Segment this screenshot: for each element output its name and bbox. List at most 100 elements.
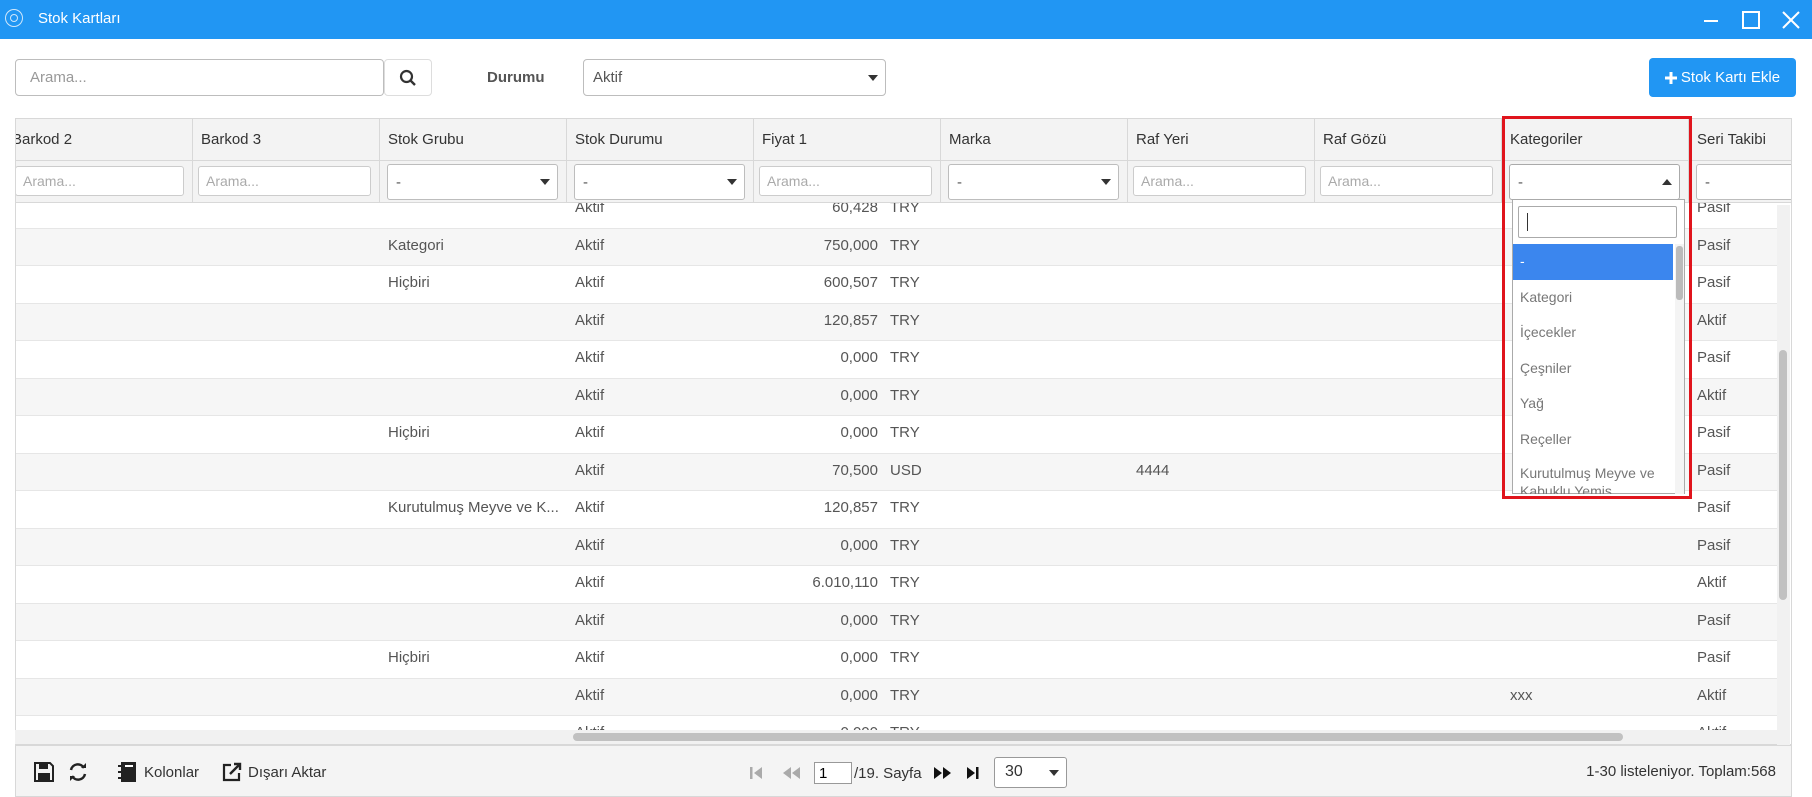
column-header-raf-yeri[interactable]: Raf Yeri xyxy=(1128,119,1315,161)
cell-raf-yeri xyxy=(1128,203,1315,228)
cell-fiyat: 0,000 xyxy=(840,536,878,554)
cell-stok-grubu: Kategori xyxy=(388,236,444,254)
column-header-stok-grubu[interactable]: Stok Grubu xyxy=(380,119,567,161)
filter-raf-yeri-input[interactable]: Arama... xyxy=(1133,166,1306,196)
column-header-marka[interactable]: Marka xyxy=(941,119,1128,161)
minimize-button[interactable] xyxy=(1698,7,1724,33)
columns-button[interactable]: Kolonlar xyxy=(118,760,199,784)
filter-stok-grubu-select[interactable]: - xyxy=(387,164,558,200)
cell-seri-takibi: Pasif xyxy=(1697,236,1731,254)
cell-fiyat: 70,500 xyxy=(832,461,878,479)
filter-barkod-3-input[interactable]: Arama... xyxy=(198,166,371,196)
filter-stok-durumu-select[interactable]: - xyxy=(574,164,745,200)
refresh-button[interactable] xyxy=(67,760,89,784)
cell-raf-yeri xyxy=(1128,304,1315,341)
cell-stok-durumu: Aktif xyxy=(575,461,605,479)
maximize-button[interactable] xyxy=(1738,7,1764,33)
filter-cell-barkod-2: Arama... xyxy=(16,161,193,203)
cell-stok-grubu: Hiçbiri xyxy=(388,274,430,291)
filter-seri-takibi-select[interactable]: - xyxy=(1696,164,1791,200)
refresh-icon xyxy=(69,763,87,781)
column-header-barkod-2[interactable]: Barkod 2 xyxy=(16,119,193,161)
cell-para-birimi: TRY xyxy=(890,203,920,216)
table-row[interactable]: Aktif 6.010,110 TRY Aktif xyxy=(16,566,1778,604)
filter-stok-grubu-value: - xyxy=(396,174,401,191)
column-header-stok-durumu[interactable]: Stok Durumu xyxy=(567,119,754,161)
cell-stok-durumu: Aktif xyxy=(567,716,754,731)
highlight-box xyxy=(1502,116,1692,499)
cell-kategoriler xyxy=(1502,529,1689,566)
record-summary: 1-30 listeleniyor. Toplam:568 xyxy=(1586,763,1776,780)
page-number-input[interactable] xyxy=(814,762,852,784)
plus-icon xyxy=(1664,71,1677,84)
prev-page-icon[interactable] xyxy=(780,764,802,782)
cell-raf-yeri xyxy=(1128,641,1315,678)
table-row[interactable]: Hiçbiri Aktif 0,000 TRY Pasif xyxy=(16,641,1778,679)
cell-kategoriler xyxy=(1502,641,1689,678)
window-title: Stok Kartları xyxy=(38,10,121,27)
cell-stok-durumu: Aktif xyxy=(575,386,605,404)
cell-stok-grubu xyxy=(380,679,567,716)
cell-para-birimi: TRY xyxy=(890,574,920,591)
cell-seri-takibi: Pasif xyxy=(1697,649,1731,666)
grid-footer: Kolonlar Dışarı Aktar /19. Sayfa 30 1-30… xyxy=(15,745,1792,797)
cell-para-birimi: USD xyxy=(890,461,922,479)
filter-marka-select[interactable]: - xyxy=(948,164,1119,200)
page-total-label: /19. Sayfa xyxy=(854,764,922,782)
horizontal-scroll-thumb[interactable] xyxy=(573,733,1623,741)
cell-para-birimi: TRY xyxy=(890,611,920,629)
column-header-fiyat-1[interactable]: Fiyat 1 xyxy=(754,119,941,161)
cell-raf-yeri xyxy=(1128,416,1315,453)
close-button[interactable] xyxy=(1778,7,1804,33)
pager: /19. Sayfa xyxy=(748,760,982,786)
search-icon xyxy=(399,69,416,86)
vertical-scroll-thumb[interactable] xyxy=(1779,350,1787,600)
cell-seri-takibi: Pasif xyxy=(1697,203,1731,216)
maximize-icon xyxy=(1742,11,1760,29)
cell-raf-yeri xyxy=(1128,491,1315,528)
table-row[interactable]: Aktif 0,000 TRY Pasif xyxy=(16,528,1778,566)
cell-para-birimi: TRY xyxy=(890,236,920,254)
table-row[interactable]: Aktif0,000TRYAktif xyxy=(16,716,1778,731)
add-stock-card-button[interactable]: Stok Kartı Ekle xyxy=(1649,58,1796,97)
next-page-icon[interactable] xyxy=(932,764,954,782)
columns-button-label: Kolonlar xyxy=(144,763,200,781)
status-select[interactable]: Aktif xyxy=(583,59,886,96)
cell-para-birimi: TRY xyxy=(890,536,920,554)
save-button[interactable] xyxy=(33,760,55,784)
cell-stok-durumu: Aktif xyxy=(575,649,605,666)
cell-stok-durumu: Aktif xyxy=(575,611,605,629)
page-size-select[interactable]: 30 xyxy=(994,757,1067,788)
cell-para-birimi: TRY xyxy=(890,311,920,329)
last-page-icon[interactable] xyxy=(964,764,982,782)
filter-raf-gozu-input[interactable]: Arama... xyxy=(1320,166,1493,196)
cell-stok-durumu: Aktif xyxy=(575,686,605,704)
first-page-icon[interactable] xyxy=(748,764,766,782)
cell-raf-yeri xyxy=(1128,604,1315,641)
grid-vertical-scrollbar[interactable] xyxy=(1777,205,1790,745)
cell-stok-durumu: Aktif xyxy=(575,574,605,591)
cell-raf-yeri xyxy=(1128,266,1315,303)
filter-stok-durumu-value: - xyxy=(583,174,588,191)
columns-icon xyxy=(118,762,136,782)
status-select-value: Aktif xyxy=(593,69,623,86)
app-icon xyxy=(5,9,23,27)
cell-stok-grubu xyxy=(380,379,567,416)
search-button[interactable] xyxy=(384,59,432,96)
cell-seri-takibi: Pasif xyxy=(1697,349,1731,366)
column-header-raf-gozu[interactable]: Raf Gözü xyxy=(1315,119,1502,161)
table-row[interactable]: Aktif 0,000 TRY Pasif xyxy=(16,603,1778,641)
filter-barkod-2-input[interactable]: Arama... xyxy=(16,166,184,196)
cell-para-birimi: TRY xyxy=(890,349,920,366)
table-row[interactable]: Aktif 0,000 TRY xxx Aktif xyxy=(16,678,1778,716)
column-header-seri-takibi[interactable]: Seri Takibi xyxy=(1689,119,1791,161)
cell-stok-durumu: Aktif xyxy=(575,424,605,441)
cell-para-birimi: TRY xyxy=(890,386,920,404)
chevron-down-icon xyxy=(868,75,878,81)
search-input[interactable] xyxy=(15,59,384,96)
cell-stok-durumu: Aktif xyxy=(575,203,605,216)
export-button[interactable]: Dışarı Aktar xyxy=(222,760,326,784)
grid-horizontal-scrollbar[interactable] xyxy=(15,730,1777,744)
filter-fiyat-1-input[interactable]: Arama... xyxy=(759,166,932,196)
column-header-barkod-3[interactable]: Barkod 3 xyxy=(193,119,380,161)
